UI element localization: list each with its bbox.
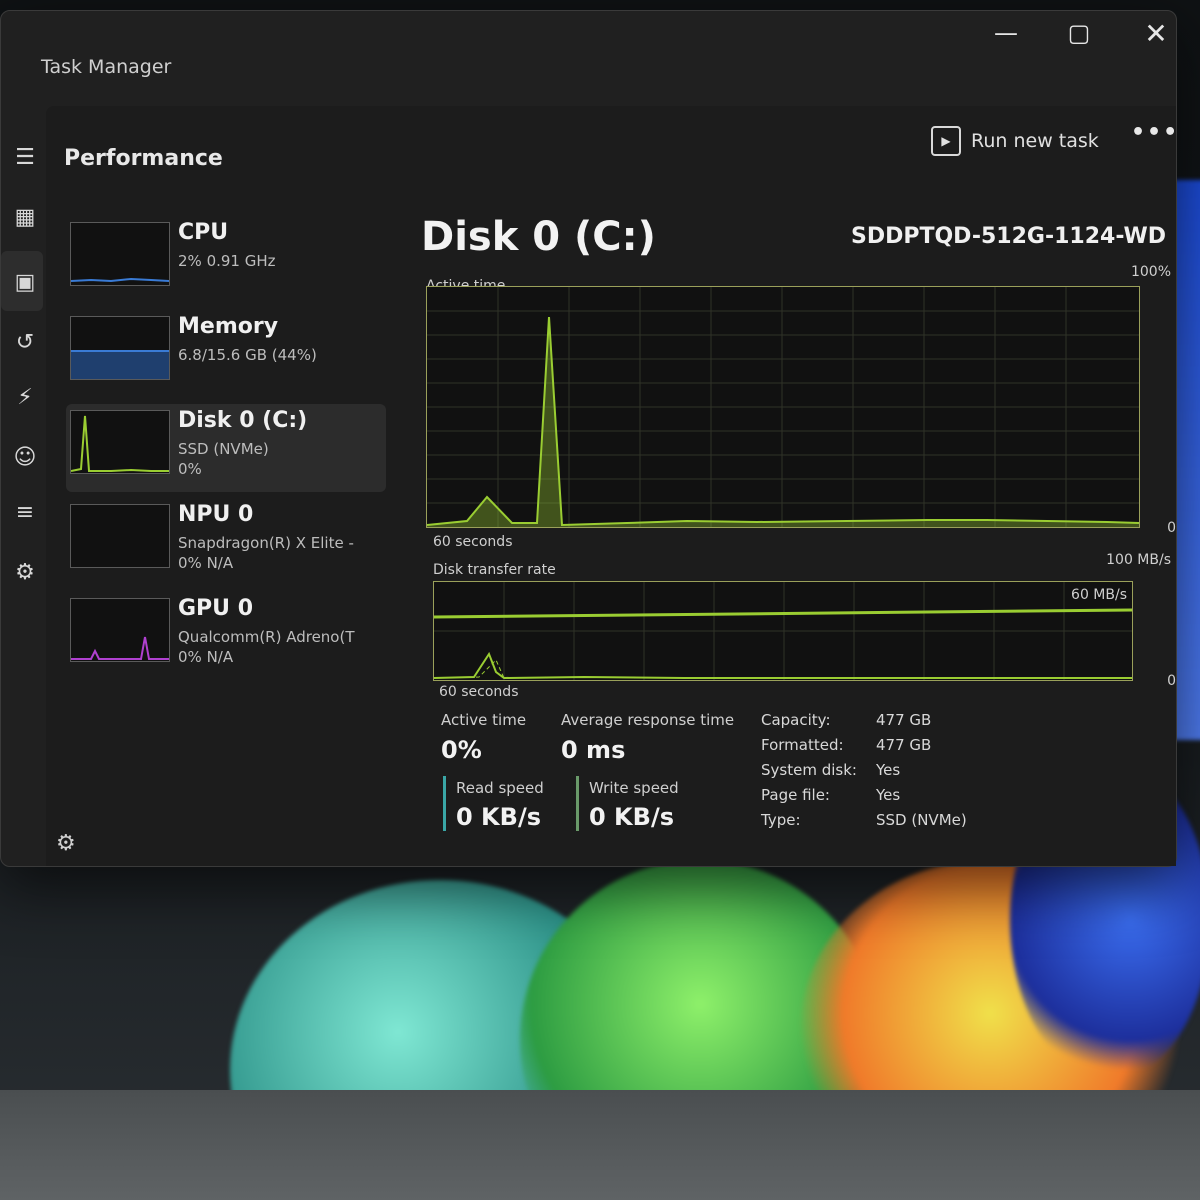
run-new-task-button[interactable]: ▶ Run new task [931,126,1099,156]
device-name: NPU 0 [178,502,254,527]
app-history-icon[interactable]: ↺ [9,326,41,358]
device-detail: 2% 0.91 GHz [178,252,276,270]
transfer-graph-label: Disk transfer rate [433,562,556,578]
active-time-graph [426,286,1140,528]
active-time-graph-max: 100% [1130,264,1171,280]
npu-thumbnail-graph [70,504,170,568]
transfer-graph-ref: 60 MB/s [1071,587,1127,603]
disk-title: Disk 0 (C:) [421,214,656,260]
property-key: Formatted: [761,736,844,754]
write-speed-value: 0 KB/s [589,803,674,831]
device-name: Disk 0 (C:) [178,408,308,433]
active-time-graph-span: 60 seconds [433,534,513,550]
window-title: Task Manager [41,56,172,78]
services-icon[interactable]: ⚙ [9,556,41,588]
device-name: GPU 0 [178,596,254,621]
read-speed-bar [443,776,446,831]
close-button[interactable]: ✕ [1126,13,1186,53]
hamburger-icon[interactable]: ☰ [9,141,41,173]
device-detail: Qualcomm(R) Adreno(T [178,628,355,646]
active-time-value: 0% [441,736,482,764]
content-pane: Performance ▶ Run new task ••• CPU 2% 0.… [46,106,1179,866]
property-value: SSD (NVMe) [876,811,967,829]
gpu-thumbnail-graph [70,598,170,662]
run-task-icon: ▶ [931,126,961,156]
avg-response-value: 0 ms [561,736,626,764]
settings-icon[interactable]: ⚙ [56,831,76,856]
device-item-npu[interactable]: NPU 0 Snapdragon(R) X Elite - 0% N/A [66,498,386,586]
nav-rail: ☰ ▦ ▣ ↺ ⚡ ☺ ≡ ⚙ [1,116,46,856]
screen-bezel [0,1090,1200,1200]
device-item-disk[interactable]: Disk 0 (C:) SSD (NVMe) 0% [66,404,386,492]
property-key: Type: [761,811,801,829]
device-item-cpu[interactable]: CPU 2% 0.91 GHz [66,216,386,304]
active-time-label: Active time [441,711,527,729]
disk-stats: Active time 0% Average response time 0 m… [421,711,1181,861]
property-value: 477 GB [876,736,932,754]
device-item-memory[interactable]: Memory 6.8/15.6 GB (44%) [66,310,386,398]
device-usage: 0% N/A [178,648,234,666]
device-usage: 0% N/A [178,554,234,572]
write-speed-bar [576,776,579,831]
startup-icon[interactable]: ⚡ [9,381,41,413]
device-usage: 0% [178,460,202,478]
disk-model: SDDPTQD-512G-1124-WD [850,224,1166,249]
property-value: 477 GB [876,711,932,729]
performance-icon[interactable]: ▣ [9,266,41,298]
page-title: Performance [64,146,223,171]
maximize-button[interactable]: ▢ [1049,13,1109,53]
device-name: CPU [178,220,229,245]
title-bar: Task Manager — ▢ ✕ [1,11,1176,101]
device-detail: 6.8/15.6 GB (44%) [178,346,317,364]
details-icon[interactable]: ≡ [9,496,41,528]
users-icon[interactable]: ☺ [9,441,41,473]
avg-response-label: Average response time [561,711,735,729]
device-list: CPU 2% 0.91 GHz Memory 6.8/15.6 GB (44%)… [66,216,386,686]
write-speed-label: Write speed [589,779,679,797]
device-item-gpu[interactable]: GPU 0 Qualcomm(R) Adreno(T 0% N/A [66,592,386,680]
more-options-button[interactable]: ••• [1131,120,1179,145]
transfer-graph-max: 100 MB/s [1106,552,1171,568]
transfer-graph-min: 0 [1167,673,1176,689]
property-key: System disk: [761,761,857,779]
device-detail: SSD (NVMe) [178,440,269,458]
transfer-rate-graph: 60 MB/s [433,581,1133,681]
minimize-button[interactable]: — [976,13,1036,53]
cpu-thumbnail-graph [70,222,170,286]
read-speed-label: Read speed [456,779,544,797]
property-value: Yes [876,786,901,804]
run-new-task-label: Run new task [971,130,1099,152]
property-value: Yes [876,761,901,779]
processes-icon[interactable]: ▦ [9,201,41,233]
transfer-graph-span: 60 seconds [439,684,519,700]
active-time-graph-min: 0 [1167,520,1176,536]
property-key: Capacity: [761,711,831,729]
read-speed-value: 0 KB/s [456,803,541,831]
property-key: Page file: [761,786,830,804]
task-manager-window: Task Manager — ▢ ✕ ☰ ▦ ▣ ↺ ⚡ ☺ ≡ ⚙ Perfo… [0,10,1177,867]
device-name: Memory [178,314,279,339]
memory-thumbnail-graph [70,316,170,380]
device-detail: Snapdragon(R) X Elite - [178,534,354,552]
disk-thumbnail-graph [70,410,170,474]
